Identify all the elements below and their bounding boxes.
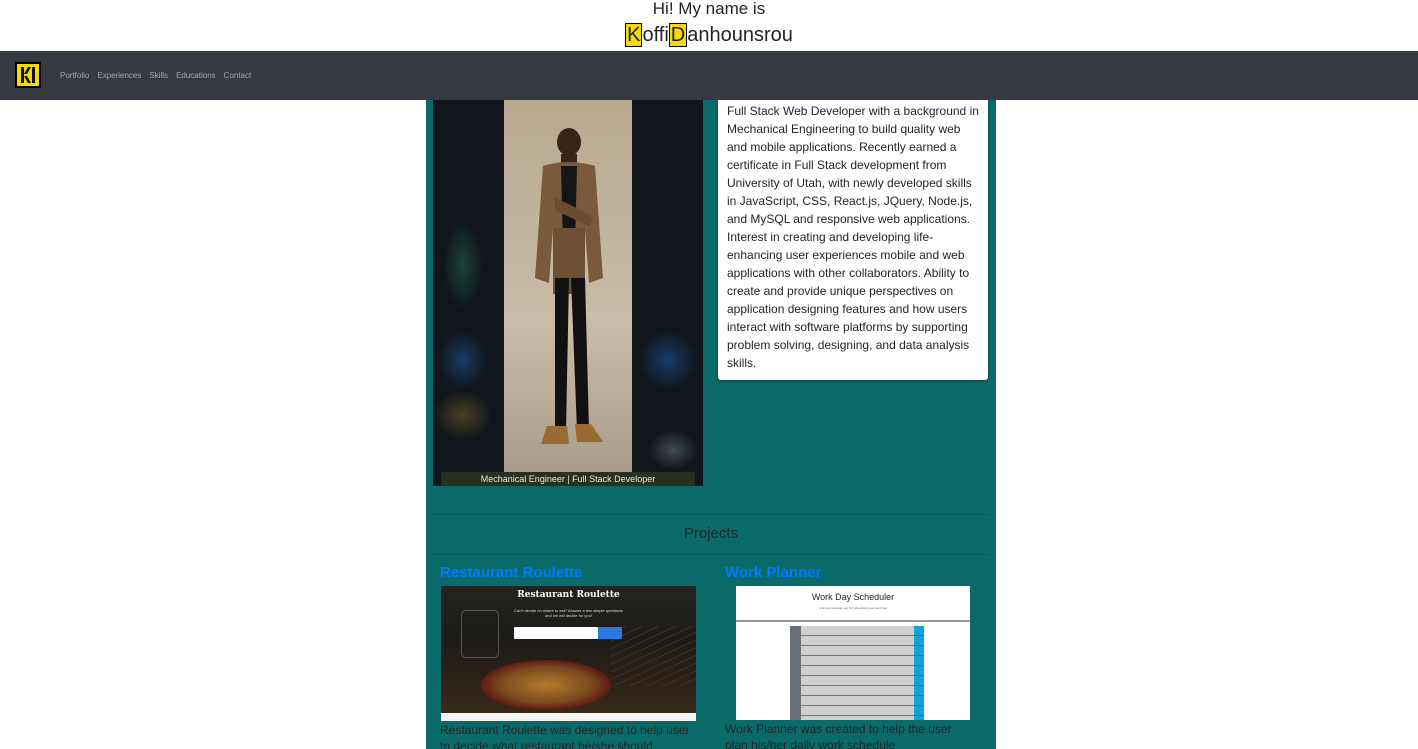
navbar: Portfolio Experiences Skills Educations … <box>0 51 1418 100</box>
project-screenshot-work-planner[interactable]: Work Day Scheduler A simple calendar app… <box>736 586 970 720</box>
project-title-work-planner[interactable]: Work Planner <box>725 564 821 582</box>
full-name: Koffi Danhounsrou <box>0 23 1418 47</box>
first-initial: K <box>625 23 643 47</box>
project-description-work-planner: Work Planner was created to help the use… <box>725 722 952 749</box>
divider <box>433 554 989 555</box>
screenshot-button <box>598 627 622 639</box>
person-figure <box>535 128 603 444</box>
nav-links: Portfolio Experiences Skills Educations … <box>60 70 259 82</box>
screenshot-title: Restaurant Roulette <box>517 590 620 600</box>
last-initial: D <box>668 23 688 47</box>
projects-heading: Projects <box>683 525 739 542</box>
screenshot-subtitle: A simple calendar app for scheduling you… <box>818 606 888 610</box>
kd-logo-icon[interactable] <box>15 62 41 88</box>
main-content: Mechanical Engineer | Full Stack Develop… <box>426 100 996 749</box>
nav-link-skills[interactable]: Skills <box>149 70 168 82</box>
profile-photo: Mechanical Engineer | Full Stack Develop… <box>433 100 703 486</box>
about-card: Full Stack Web Developer with a backgrou… <box>718 100 988 380</box>
project-description-restaurant-roulette: Restaurant Roulette was designed to help… <box>440 723 690 749</box>
photo-caption: Mechanical Engineer | Full Stack Develop… <box>480 474 656 484</box>
nav-link-contact[interactable]: Contact <box>224 70 252 82</box>
nav-link-portfolio[interactable]: Portfolio <box>60 70 89 82</box>
project-screenshot-restaurant-roulette[interactable]: Restaurant Roulette Can't decide on wher… <box>441 586 696 721</box>
screenshot-subtitle: Can't decide on where to eat? Answer a f… <box>514 608 623 618</box>
greeting-text: Hi! My name is <box>652 0 766 18</box>
project-title-restaurant-roulette[interactable]: Restaurant Roulette <box>440 564 583 582</box>
nav-link-experiences[interactable]: Experiences <box>97 70 141 82</box>
page-header: Hi! My name is Koffi Danhounsrou <box>0 0 1418 51</box>
last-name-rest: anhounsrou <box>687 24 793 46</box>
divider <box>433 514 989 515</box>
nav-link-educations[interactable]: Educations <box>176 70 216 82</box>
first-name-rest: offi <box>642 24 669 46</box>
screenshot-title: Work Day Scheduler <box>811 592 895 602</box>
about-text: Full Stack Web Developer with a backgrou… <box>727 104 979 370</box>
screenshot-input <box>514 627 598 639</box>
